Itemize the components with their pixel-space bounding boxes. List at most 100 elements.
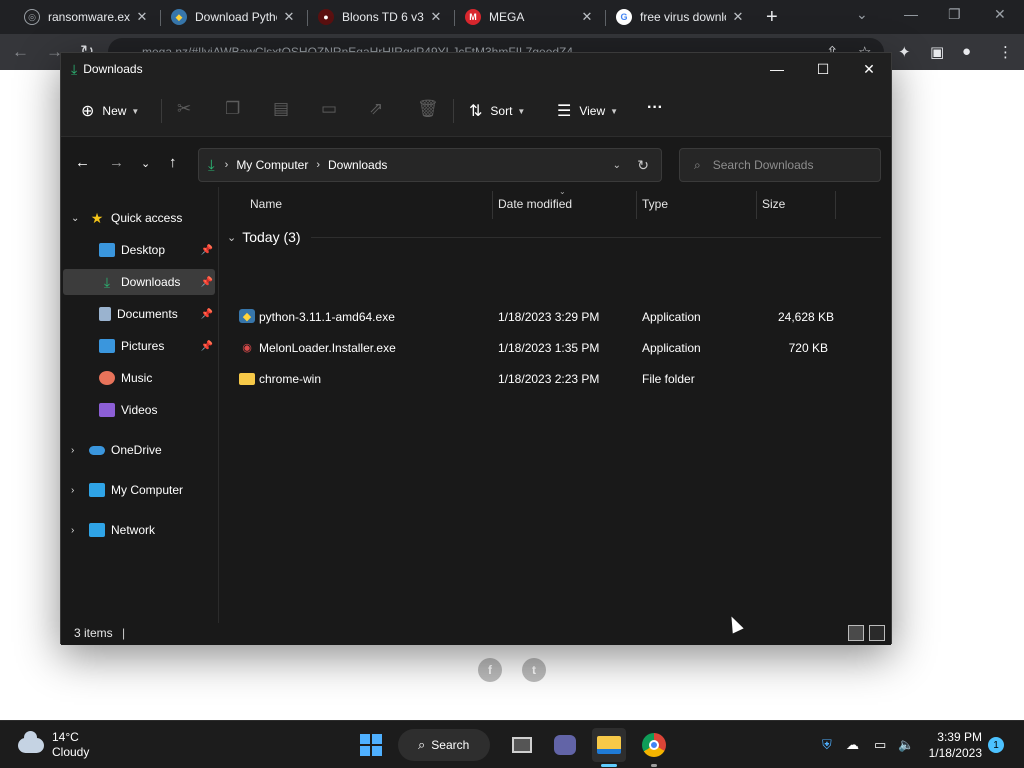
new-label: New: [102, 104, 127, 118]
view-label: View: [579, 104, 606, 118]
chevron-down-icon[interactable]: ⌄: [613, 160, 621, 171]
close-tab-icon[interactable]: ✕: [730, 9, 746, 25]
back-icon[interactable]: ←: [75, 154, 90, 171]
new-button[interactable]: ⊕ New ▼: [81, 101, 139, 121]
file-row[interactable]: ◆ python-3.11.1-amd64.exe 1/18/2023 3:29…: [237, 303, 871, 331]
taskbar-search[interactable]: ⌕ Search: [398, 729, 490, 761]
nav-onedrive[interactable]: › OneDrive: [63, 437, 215, 463]
nav-videos[interactable]: Videos: [63, 397, 215, 423]
chat-button[interactable]: [548, 728, 582, 762]
view-button[interactable]: ☰ View ▼: [557, 101, 618, 121]
facebook-icon[interactable]: f: [478, 658, 502, 682]
browser-tab-google[interactable]: G free virus download ✕: [606, 0, 756, 34]
minimize-browser-icon[interactable]: —: [904, 6, 918, 22]
close-icon[interactable]: ✕: [859, 59, 879, 79]
delete-icon[interactable]: 🗑: [417, 99, 439, 119]
security-icon[interactable]: ⛨: [822, 737, 832, 753]
refresh-icon[interactable]: ↻: [637, 157, 649, 174]
column-separator[interactable]: [756, 191, 757, 219]
melonloader-icon: ◉: [242, 341, 252, 354]
nav-documents[interactable]: Documents 📌: [63, 301, 215, 327]
volume-icon[interactable]: 🔈: [898, 737, 914, 753]
address-row: ← → ⌄ ↑ ⤓ › My Computer › Downloads ⌄ ↻ …: [61, 137, 891, 187]
paste-icon[interactable]: ▤: [273, 99, 289, 119]
extensions-icon[interactable]: ✦: [898, 43, 911, 61]
clock[interactable]: 3:39 PM 1/18/2023: [922, 729, 982, 761]
share-icon[interactable]: ⇗: [369, 99, 383, 119]
videos-icon: [99, 403, 115, 417]
twitter-icon[interactable]: t: [522, 658, 546, 682]
forward-icon[interactable]: →: [109, 154, 124, 171]
up-icon[interactable]: ↑: [169, 154, 177, 171]
profile-icon[interactable]: ●: [962, 43, 971, 60]
nav-quick-access[interactable]: ⌄ ★ Quick access: [63, 205, 215, 231]
maximize-icon[interactable]: ☐: [813, 59, 833, 79]
tab-title: free virus download: [640, 10, 726, 24]
column-name[interactable]: Name: [250, 197, 282, 211]
column-separator[interactable]: [492, 191, 493, 219]
close-browser-icon[interactable]: ✕: [994, 6, 1006, 23]
side-panel-icon[interactable]: ▣: [930, 43, 944, 61]
minimize-icon[interactable]: —: [767, 59, 787, 79]
browser-tab-ransomware[interactable]: ◎ ransomware.exe ✕: [14, 0, 160, 34]
browser-tab-bloons[interactable]: ● Bloons TD 6 v34 ✕: [308, 0, 454, 34]
file-row[interactable]: ◉ MelonLoader.Installer.exe 1/18/2023 1:…: [237, 334, 871, 362]
details-view-icon[interactable]: [848, 625, 864, 641]
nav-pictures[interactable]: Pictures 📌: [63, 333, 215, 359]
pin-icon: 📌: [200, 244, 213, 256]
nav-desktop[interactable]: Desktop 📌: [63, 237, 215, 263]
file-explorer-button[interactable]: [592, 728, 626, 762]
notification-badge[interactable]: 1: [988, 737, 1004, 753]
file-row[interactable]: chrome-win 1/18/2023 2:23 PM File folder: [237, 365, 871, 393]
browser-tab-python[interactable]: ◆ Download Python ✕: [161, 0, 307, 34]
network-icon[interactable]: ▭: [874, 737, 886, 753]
tab-search-icon[interactable]: ⌄: [856, 6, 868, 23]
column-separator[interactable]: [835, 191, 836, 219]
bloons-icon: ●: [318, 9, 334, 25]
cut-icon[interactable]: ✂: [177, 99, 191, 119]
task-view-button[interactable]: [505, 728, 539, 762]
back-icon[interactable]: ←: [12, 42, 29, 62]
weather-widget[interactable]: 14°C Cloudy: [18, 730, 89, 760]
column-size[interactable]: Size: [762, 197, 785, 211]
column-date-modified[interactable]: Date modified: [498, 197, 572, 211]
menu-icon[interactable]: ⋮: [998, 43, 1013, 61]
nav-downloads[interactable]: ⤓ Downloads 📌: [63, 269, 215, 295]
file-size: 720 KB: [788, 341, 828, 355]
python-icon: ◆: [171, 9, 187, 25]
nav-label: My Computer: [111, 483, 184, 497]
search-box[interactable]: ⌕ Search Downloads: [679, 148, 881, 182]
chevron-down-icon: ▼: [517, 106, 526, 116]
breadcrumb-downloads[interactable]: Downloads: [328, 158, 387, 172]
onedrive-offline-icon[interactable]: ☁: [846, 737, 859, 753]
close-tab-icon[interactable]: ✕: [428, 9, 444, 25]
separator: [161, 99, 162, 123]
restore-browser-icon[interactable]: ❐: [948, 6, 961, 23]
file-list: Name Date modified ⌄ Type Size ⌄ Today (…: [221, 187, 891, 623]
nav-music[interactable]: Music: [63, 365, 215, 391]
group-header[interactable]: ⌄ Today (3): [227, 225, 881, 249]
start-button[interactable]: [354, 728, 388, 762]
browser-tab-mega[interactable]: M MEGA ✕: [455, 0, 605, 34]
nav-my-computer[interactable]: › My Computer: [63, 477, 215, 503]
nav-network[interactable]: › Network: [63, 517, 215, 543]
chrome-button[interactable]: [637, 728, 671, 762]
tiles-view-icon[interactable]: [869, 625, 885, 641]
chrome-icon: [642, 733, 666, 757]
sort-button[interactable]: ⇅ Sort ▼: [469, 101, 525, 121]
more-options-icon[interactable]: ···: [647, 99, 663, 117]
column-type[interactable]: Type: [642, 197, 668, 211]
address-box[interactable]: ⤓ › My Computer › Downloads ⌄ ↻: [198, 148, 662, 182]
close-tab-icon[interactable]: ✕: [134, 9, 150, 25]
close-tab-icon[interactable]: ✕: [281, 9, 297, 25]
copy-icon[interactable]: ❐: [225, 99, 240, 119]
column-separator[interactable]: [636, 191, 637, 219]
file-date: 1/18/2023 3:29 PM: [498, 310, 600, 324]
new-tab-button[interactable]: +: [766, 6, 778, 29]
breadcrumb-my-computer[interactable]: My Computer: [236, 158, 308, 172]
recent-locations-icon[interactable]: ⌄: [141, 157, 150, 170]
chevron-down-icon: ⌄: [71, 212, 80, 224]
close-tab-icon[interactable]: ✕: [579, 9, 595, 25]
rename-icon[interactable]: ▭: [321, 99, 337, 119]
pin-icon: 📌: [200, 308, 213, 320]
